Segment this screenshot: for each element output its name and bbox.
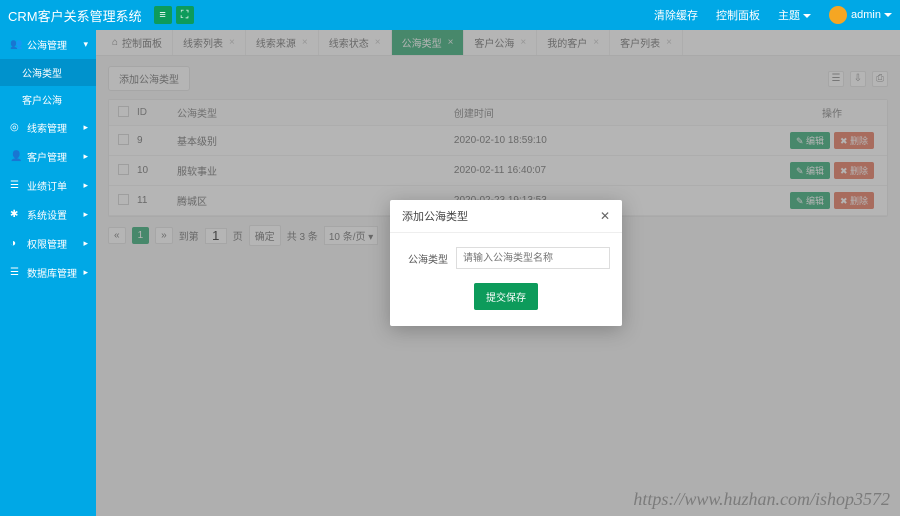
shield-icon: ◑: [10, 238, 21, 249]
sidebar: 👥 公海管理▾ 公海类型 客户公海 ◎线索管理▸ 👤客户管理▸ ☰业绩订单▸ ✱…: [0, 30, 96, 516]
sidebar-item-gonghai[interactable]: 👥 公海管理▾: [0, 30, 96, 59]
sidebar-item-settings[interactable]: ✱系统设置▸: [0, 200, 96, 229]
sidebar-sub-customer-gonghai[interactable]: 客户公海: [0, 86, 96, 113]
modal-footer: 提交保存: [390, 277, 622, 326]
fullscreen-icon[interactable]: ⛶: [176, 6, 194, 24]
modal-add-type: 添加公海类型 ✕ 公海类型 提交保存: [390, 200, 622, 326]
sidebar-item-permission[interactable]: ◑权限管理▸: [0, 229, 96, 258]
list-icon: ☰: [10, 180, 21, 191]
type-name-input[interactable]: [456, 247, 610, 269]
submit-button[interactable]: 提交保存: [474, 283, 538, 310]
top-icon-group: ≡ ⛶: [154, 6, 194, 24]
sidebar-item-orders[interactable]: ☰业绩订单▸: [0, 171, 96, 200]
control-panel-link[interactable]: 控制面板: [716, 7, 760, 23]
modal-title: 添加公海类型: [402, 208, 468, 224]
close-icon[interactable]: ✕: [600, 209, 610, 223]
sidebar-item-clue[interactable]: ◎线索管理▸: [0, 113, 96, 142]
sidebar-item-database[interactable]: ☰数据库管理▸: [0, 258, 96, 287]
modal-body: 公海类型: [390, 233, 622, 277]
brand-title: CRM客户关系管理系统: [8, 6, 150, 25]
sidebar-item-customer[interactable]: 👤客户管理▸: [0, 142, 96, 171]
menu-icon[interactable]: ≡: [154, 6, 172, 24]
sidebar-sub-gonghai-type[interactable]: 公海类型: [0, 59, 96, 86]
modal-header: 添加公海类型 ✕: [390, 200, 622, 233]
target-icon: ◎: [10, 122, 21, 133]
user-icon: 👤: [10, 151, 21, 162]
top-right: 清除缓存 控制面板 主题 admin: [654, 6, 892, 24]
database-icon: ☰: [10, 267, 21, 278]
chevron-down-icon: ▾: [83, 39, 88, 50]
user-menu[interactable]: admin: [829, 6, 892, 24]
theme-link[interactable]: 主题: [778, 7, 811, 23]
clear-cache-link[interactable]: 清除缓存: [654, 7, 698, 23]
avatar: [829, 6, 847, 24]
field-label: 公海类型: [402, 251, 448, 266]
gear-icon: ✱: [10, 209, 21, 220]
form-row: 公海类型: [402, 247, 610, 269]
users-icon: 👥: [10, 39, 21, 50]
topbar: CRM客户关系管理系统 ≡ ⛶ 清除缓存 控制面板 主题 admin: [0, 0, 900, 30]
